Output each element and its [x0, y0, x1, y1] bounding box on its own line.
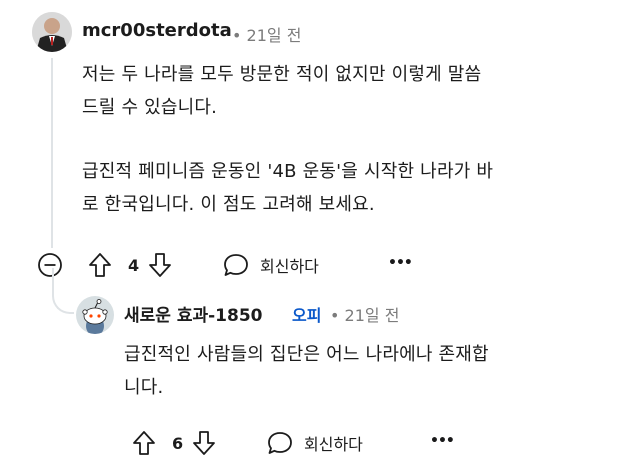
avatar[interactable]	[32, 12, 72, 52]
comment-time-text: 21일 전	[246, 26, 302, 45]
vote-count: 4	[128, 255, 140, 275]
reply-vote-bar: 6	[132, 430, 216, 456]
comment-line: 급진적 페미니즘 운동인 '4B 운동'을 시작한 나라가 바	[82, 161, 494, 182]
op-badge: 오피	[292, 306, 322, 325]
avatar-photo	[32, 12, 72, 52]
reply-avatar[interactable]	[76, 296, 114, 334]
comment-body-paragraph-2: 급진적 페미니즘 운동인 '4B 운동'을 시작한 나라가 바 로 한국입니다.…	[82, 155, 493, 221]
snoo-avatar-icon	[82, 299, 108, 334]
comment-time: • 21일 전	[232, 26, 302, 45]
reply-line: 니다.	[124, 377, 164, 398]
comment-body: 저는 두 나라를 모두 방문한 적이 없지만 이렇게 말씀 드릴 수 있습니다.	[82, 58, 481, 124]
comment-username[interactable]: mcr00sterdota	[82, 20, 232, 41]
thread-connector	[52, 268, 74, 314]
reply-more-button[interactable]: •••	[430, 433, 455, 449]
reply-body: 급진적인 사람들의 집단은 어느 나라에나 존재합 니다.	[124, 338, 489, 404]
reply-label: 회신하다	[304, 435, 363, 454]
more-icon: •••	[388, 255, 413, 271]
comment-line: 저는 두 나라를 모두 방문한 적이 없지만 이렇게 말씀	[82, 64, 482, 85]
reply-bubble-icon	[224, 254, 248, 276]
more-button[interactable]: •••	[388, 255, 413, 271]
upvote-icon	[133, 431, 155, 455]
comment-vote-bar: 4	[88, 252, 172, 278]
upvote-button[interactable]	[88, 252, 112, 278]
reply-label: 회신하다	[260, 257, 319, 276]
reply-line: 급진적인 사람들의 집단은 어느 나라에나 존재합	[124, 344, 489, 365]
upvote-button[interactable]	[132, 430, 156, 456]
comment-line: 드릴 수 있습니다.	[82, 97, 218, 118]
vote-count: 6	[172, 433, 184, 453]
reply-bubble-icon	[268, 432, 292, 454]
comment-line: 로 한국입니다. 이 점도 고려해 보세요.	[82, 194, 375, 215]
reply-username[interactable]: 새로운 효과-1850	[124, 301, 263, 326]
downvote-icon	[193, 431, 216, 455]
reply-reply-button[interactable]: 회신하다	[266, 430, 363, 456]
more-icon: •••	[430, 433, 455, 449]
thread-line	[51, 58, 53, 248]
downvote-button[interactable]	[192, 430, 216, 456]
reply-button[interactable]: 회신하다	[222, 252, 319, 278]
reply-time: • 21일 전	[330, 306, 400, 325]
reply-time-text: 21일 전	[344, 306, 400, 325]
upvote-icon	[89, 253, 111, 277]
downvote-button[interactable]	[148, 252, 172, 278]
downvote-icon	[149, 253, 172, 277]
